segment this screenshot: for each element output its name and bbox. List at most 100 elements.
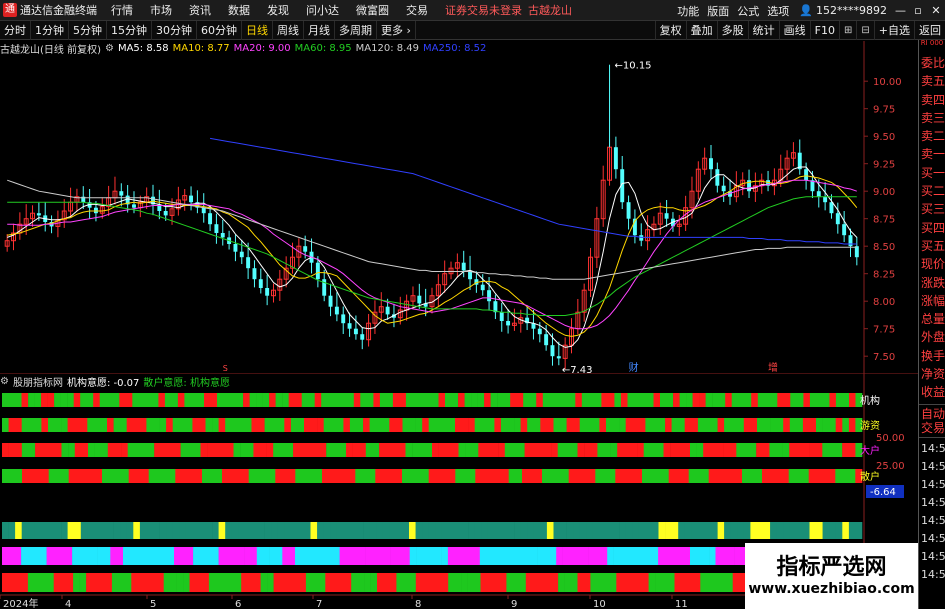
indicator-bar-segment xyxy=(385,443,393,457)
minimize-button[interactable]: — xyxy=(895,4,906,17)
indicator-bar-segment xyxy=(146,418,154,432)
y-tick-label: 9.50 xyxy=(873,132,895,143)
candlestick-chart[interactable]: 10.00 9.75 9.50 9.25 9.00 8.75 8.50 8.25 8.00 7.7… xyxy=(0,41,918,373)
user-id[interactable]: 152****9892 xyxy=(816,4,887,17)
indicator-bar-segment xyxy=(648,573,656,592)
indicator-bar-segment xyxy=(662,469,669,483)
menu-function[interactable]: 功能 xyxy=(677,3,699,19)
tab-1min[interactable]: 1分钟 xyxy=(31,20,69,40)
indicator-bar-segment xyxy=(697,522,705,539)
indicator-bar-segment xyxy=(275,547,283,565)
indicator-bar-segment xyxy=(822,393,830,407)
menu-bar: 通 通达信金融终端 行情 市场 资讯 数据 发现 问小达 微富圈 交易 证券交易… xyxy=(0,0,945,21)
sidebar-item-price: 现价 xyxy=(921,257,945,272)
indicator-bar-segment xyxy=(353,393,361,407)
indicator-bar-segment xyxy=(742,443,750,457)
indicator-bar-segment xyxy=(629,573,636,592)
indicator-bar-segment xyxy=(40,573,48,592)
indicator-bar-segment xyxy=(212,522,219,539)
gear-icon[interactable]: ⚙ xyxy=(0,376,9,387)
indicator-bar-segment xyxy=(317,522,324,539)
indicator-bar-segment xyxy=(409,522,416,539)
tab-5min[interactable]: 5分钟 xyxy=(69,20,107,40)
menu-item-trade[interactable]: 交易 xyxy=(406,2,428,18)
candle-body xyxy=(461,262,466,271)
layout-split-icon[interactable]: ⊟ xyxy=(856,21,873,40)
menu-item-discover[interactable]: 发现 xyxy=(267,2,289,18)
stats-button[interactable]: 统计 xyxy=(747,21,779,40)
indicator-bar-segment xyxy=(692,393,700,407)
tab-more[interactable]: 更多 › xyxy=(377,20,416,40)
indicator-bar-segment xyxy=(699,393,706,407)
tab-15min[interactable]: 15分钟 xyxy=(107,20,152,40)
tab-60min[interactable]: 60分钟 xyxy=(197,20,242,40)
indicator-bar-segment xyxy=(61,522,68,539)
indicator-bar-segment xyxy=(809,418,817,432)
indicator-bar-segment xyxy=(473,547,481,565)
y-tick-label: 8.75 xyxy=(873,215,895,226)
indicator-bar-segment xyxy=(508,469,516,483)
trade-login-notice[interactable]: 证券交易未登录 xyxy=(445,2,522,18)
ma20-label: MA20: 9.00 xyxy=(233,42,291,54)
indicator-bar-segment xyxy=(28,469,36,483)
menu-item-news[interactable]: 资讯 xyxy=(189,2,211,18)
indicator-bar-segment xyxy=(21,393,29,407)
indicator-bar-segment xyxy=(418,443,426,457)
layout-grid-icon[interactable]: ⊞ xyxy=(839,21,856,40)
indicator-bar-segment xyxy=(403,547,410,565)
indicator-bar-segment xyxy=(579,522,587,539)
indicator-bar-segment xyxy=(129,547,137,565)
tab-intraday[interactable]: 分时 xyxy=(0,20,31,40)
menu-item-ask[interactable]: 问小达 xyxy=(306,2,339,18)
indicator-bar-segment xyxy=(514,418,521,432)
indicator-bar-segment xyxy=(422,573,430,592)
indicator-bar-segment xyxy=(569,547,576,565)
f10-button[interactable]: F10 xyxy=(809,21,839,40)
indicator-bar-segment xyxy=(172,418,180,432)
indicator-bar-segment xyxy=(327,393,335,407)
indicator-bar-segment xyxy=(2,393,9,407)
restore-button[interactable]: ▫ xyxy=(913,4,923,17)
close-button[interactable]: ✕ xyxy=(931,4,941,17)
candle-body xyxy=(721,185,726,192)
indicator-bar-segment xyxy=(619,418,626,432)
indicator-bar-segment xyxy=(783,418,791,432)
menu-item-data[interactable]: 数据 xyxy=(228,2,250,18)
add-watchlist-button[interactable]: +自选 xyxy=(873,21,914,40)
candle-body xyxy=(341,314,346,324)
tab-multi-period[interactable]: 多周期 xyxy=(335,20,377,40)
menu-item-market[interactable]: 行情 xyxy=(111,2,133,18)
user-icon[interactable]: 👤 xyxy=(799,4,813,17)
indicator-bar-segment xyxy=(455,418,462,432)
indicator-bar-segment xyxy=(775,469,783,483)
overlay-button[interactable]: 叠加 xyxy=(685,21,717,40)
indicator-bar-segment xyxy=(382,469,389,483)
indicator-bar-segment xyxy=(703,443,711,457)
auto-trade-label-2[interactable]: 交易 xyxy=(919,421,945,435)
tab-daily[interactable]: 日线 xyxy=(242,20,273,40)
menu-formula[interactable]: 公式 xyxy=(737,3,759,19)
indicator-bar-segment xyxy=(722,469,729,483)
menu-layout[interactable]: 版面 xyxy=(707,3,729,19)
indicator-bar-segment xyxy=(538,573,546,592)
indicator-bar-segment xyxy=(251,418,259,432)
indicator-bar-segment xyxy=(21,443,29,457)
back-button[interactable]: 返回 xyxy=(914,21,945,40)
tick-time: 14:56 xyxy=(921,531,945,545)
indicator-bar-segment xyxy=(222,469,229,483)
menu-options[interactable]: 选项 xyxy=(767,3,789,19)
menu-item-wealth[interactable]: 微富圈 xyxy=(356,2,389,18)
indicator-bar-segment xyxy=(448,469,456,483)
indicator-bar-segment xyxy=(2,443,9,457)
tab-weekly[interactable]: 周线 xyxy=(273,20,304,40)
adjust-button[interactable]: 复权 xyxy=(654,21,686,40)
auto-trade-label-1[interactable]: 自动 xyxy=(919,407,945,421)
indicator-bar-segment xyxy=(756,443,764,457)
gear-icon[interactable]: ⚙ xyxy=(105,43,114,54)
menu-item-markets[interactable]: 市场 xyxy=(150,2,172,18)
tab-monthly[interactable]: 月线 xyxy=(304,20,335,40)
tab-30min[interactable]: 30分钟 xyxy=(152,20,197,40)
multi-stock-button[interactable]: 多股 xyxy=(716,21,748,40)
draw-line-button[interactable]: 画线 xyxy=(778,21,810,40)
indicator-bar-segment xyxy=(770,393,778,407)
